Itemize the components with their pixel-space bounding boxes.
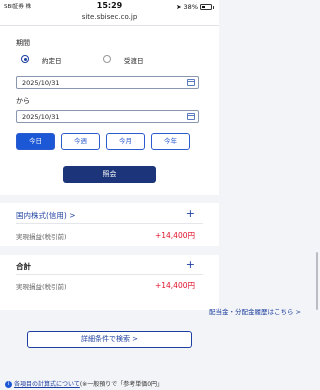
- radio-trade-date-label[interactable]: 約定日: [42, 55, 62, 65]
- battery-icon: [200, 4, 212, 10]
- total-pnl-value: +14,400円: [154, 281, 195, 290]
- total-pnl-label: 実現損益(税引前): [16, 283, 67, 291]
- end-date-field[interactable]: 2025/10/31: [16, 110, 199, 123]
- realized-pnl-label: 実現損益(税引前): [16, 233, 67, 241]
- realized-pnl-value: +14,400円: [154, 231, 195, 240]
- start-date-field[interactable]: 2025/10/31: [16, 76, 199, 89]
- range-month-button[interactable]: 今月: [106, 133, 145, 150]
- period-label: 期間: [16, 39, 30, 47]
- from-label: から: [16, 97, 30, 105]
- formula-link[interactable]: 各項目の計算式について: [14, 381, 80, 388]
- url-text: site.sbisec.co.jp: [81, 13, 138, 21]
- dividend-history-link[interactable]: 配当金・分配金履歴はこちら >: [209, 306, 301, 316]
- footnote-text: (※一般預りで「参考単価0円」: [79, 381, 164, 388]
- start-date-value: 2025/10/31: [22, 79, 60, 87]
- end-date-value: 2025/10/31: [22, 113, 60, 121]
- range-week-button[interactable]: 今週: [61, 133, 100, 150]
- calendar-icon[interactable]: [187, 79, 195, 86]
- radio-trade-date[interactable]: [21, 55, 29, 63]
- info-icon: i: [5, 381, 12, 388]
- expand-plus-icon[interactable]: +: [186, 259, 195, 270]
- total-title: 合計: [16, 262, 31, 271]
- expand-plus-icon[interactable]: +: [186, 208, 195, 219]
- domestic-margin-card: 国内株式(信用) > + 実現損益(税引前) +14,400円: [0, 203, 219, 246]
- battery-percent: 38%: [183, 3, 198, 11]
- location-icon: ➤: [176, 3, 182, 11]
- status-right: ➤ 38%: [176, 3, 214, 11]
- radio-settlement-date[interactable]: [103, 55, 111, 63]
- calendar-icon[interactable]: [187, 113, 195, 120]
- range-year-button[interactable]: 今年: [151, 133, 190, 150]
- detail-search-button[interactable]: 詳細条件で検索 >: [27, 331, 192, 348]
- url-bar[interactable]: site.sbisec.co.jp: [0, 12, 219, 25]
- scrollbar[interactable]: [316, 252, 318, 310]
- total-card: 合計 + 実現損益(税引前) +14,400円: [0, 255, 219, 310]
- radio-settlement-date-label[interactable]: 受渡日: [124, 55, 144, 65]
- filter-panel: 期間 約定日 受渡日 2025/10/31 から 2025/10/31 今日 今…: [0, 25, 219, 195]
- range-today-button[interactable]: 今日: [16, 133, 55, 150]
- submit-query-button[interactable]: 照会: [63, 166, 156, 183]
- domestic-margin-title[interactable]: 国内株式(信用) >: [16, 210, 76, 221]
- footnote: i 各項目の計算式について(※一般預りで「参考単価0円」: [5, 379, 163, 388]
